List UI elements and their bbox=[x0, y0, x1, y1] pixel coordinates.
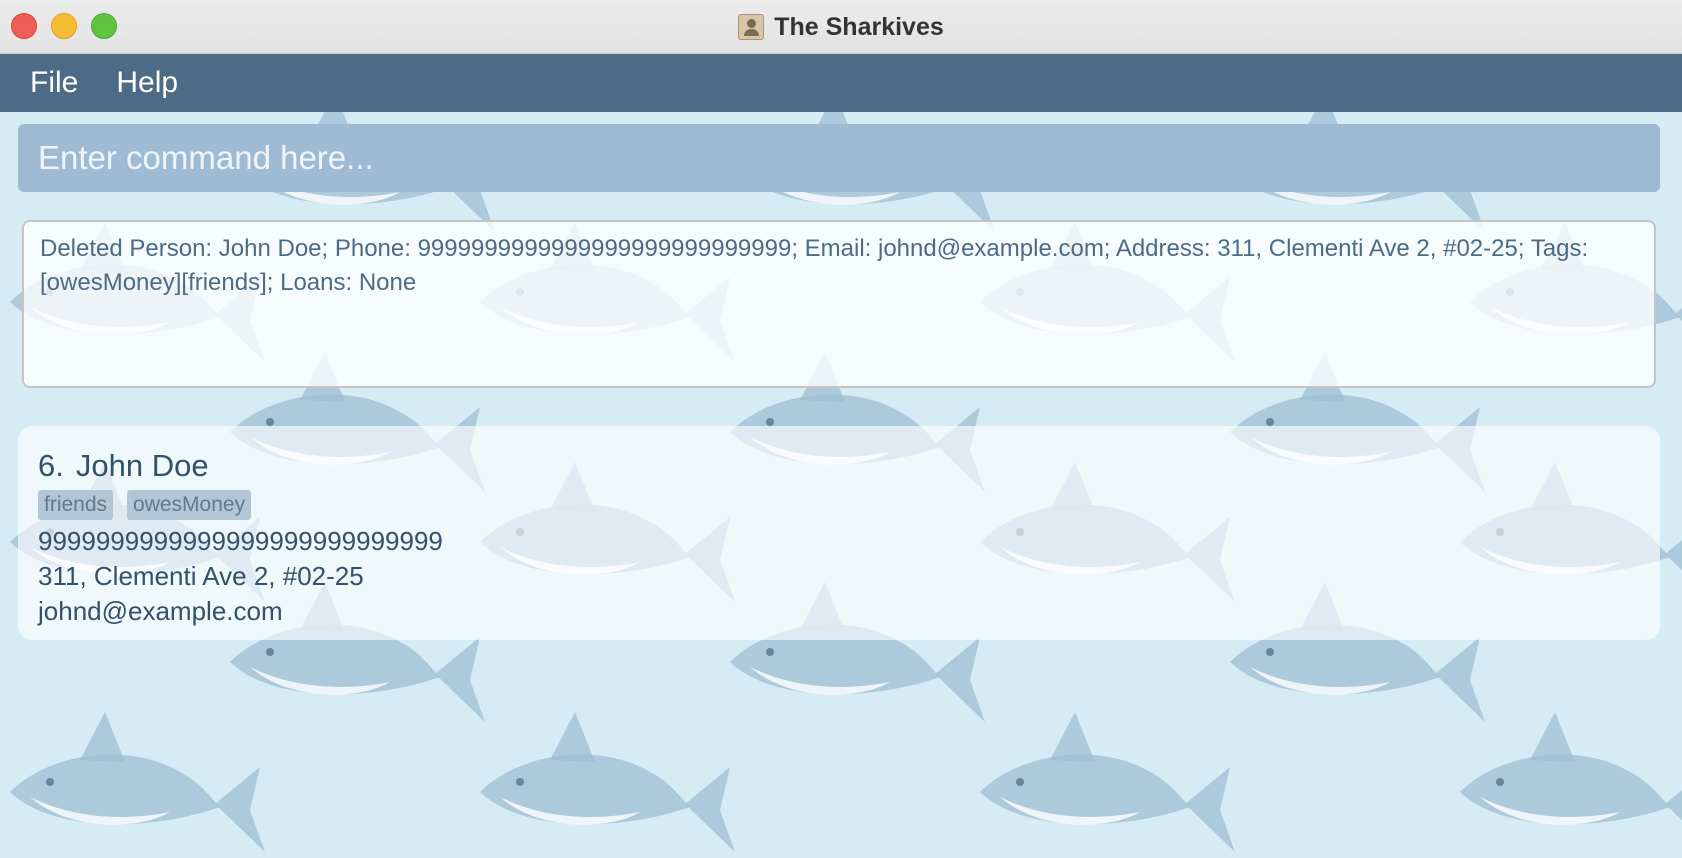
window-title: The Sharkives bbox=[774, 12, 944, 41]
tag-friends: friends bbox=[38, 490, 114, 520]
window-title-group: The Sharkives bbox=[0, 0, 1682, 54]
tag-owesmoney: owesMoney bbox=[127, 490, 252, 520]
menu-file[interactable]: File bbox=[30, 66, 78, 100]
tag-list: friends owesMoney bbox=[38, 490, 1640, 520]
result-display: Deleted Person: John Doe; Phone: 9999999… bbox=[22, 220, 1656, 388]
contacts-book-icon bbox=[738, 14, 765, 40]
person-card[interactable]: 6. John Doe friends owesMoney 9999999999… bbox=[18, 426, 1660, 640]
main-content: Deleted Person: John Doe; Phone: 9999999… bbox=[0, 112, 1682, 858]
app-window: The Sharkives File Help Enter command he… bbox=[0, 0, 1682, 858]
person-header: 6. John Doe bbox=[38, 448, 1640, 486]
title-bar[interactable]: The Sharkives bbox=[0, 0, 1682, 54]
person-phone: 9999999999999999999999999999 bbox=[38, 526, 443, 556]
person-address: 311, Clementi Ave 2, #02-25 bbox=[38, 561, 364, 591]
person-index: 6. bbox=[38, 448, 64, 483]
person-email: johnd@example.com bbox=[38, 596, 283, 626]
person-name: John Doe bbox=[75, 448, 209, 483]
command-input[interactable] bbox=[18, 124, 1660, 192]
menu-bar: File Help bbox=[0, 54, 1682, 112]
menu-help[interactable]: Help bbox=[116, 66, 178, 100]
